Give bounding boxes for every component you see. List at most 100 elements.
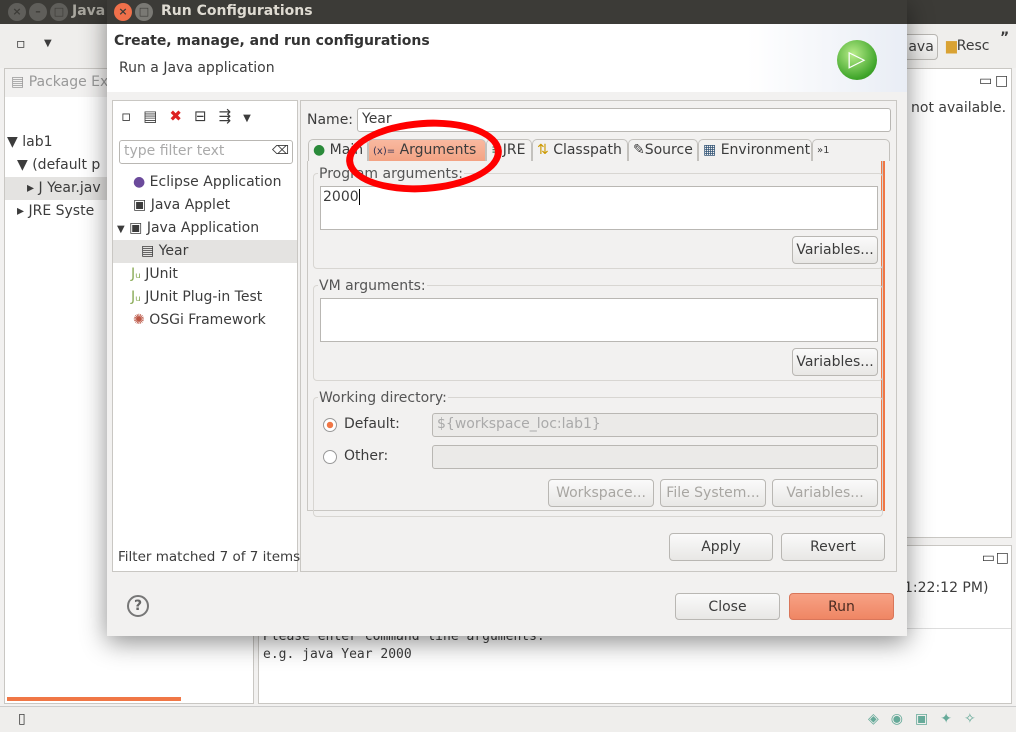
tree-item[interactable]: ▼ lab1 [7, 131, 52, 154]
overflow-icon[interactable]: ” [1000, 30, 1009, 46]
tree-label: JUnit [145, 266, 178, 282]
new-icon[interactable]: ▫ [16, 36, 26, 52]
resource-perspective-button[interactable]: ▆Resc [946, 38, 989, 54]
minimize-window-button[interactable]: – [29, 3, 47, 21]
dialog-title: Run Configurations [161, 3, 313, 19]
default-directory-value: ${workspace_loc:lab1} [437, 416, 601, 432]
duplicate-icon[interactable]: ▤ [143, 107, 169, 125]
filter-status: Filter matched 7 of 7 items [118, 549, 301, 565]
working-directory-label: Working directory: [318, 390, 448, 406]
run-configurations-dialog: × □ Run Configurations Create, manage, a… [107, 0, 907, 636]
source-icon: ✎ [633, 142, 645, 158]
new-icon[interactable]: ▯ [18, 711, 26, 727]
environment-icon: ▦ [703, 142, 717, 158]
program-arguments-value: 2000 [323, 189, 359, 205]
run-button[interactable]: Run [789, 593, 894, 620]
dialog-header: Create, manage, and run configurations R… [107, 24, 907, 92]
side-message: not available. [911, 100, 1007, 116]
main-tab-icon: ● [313, 142, 326, 158]
minimize-icon[interactable]: ▭ [979, 73, 992, 89]
default-directory-input: ${workspace_loc:lab1} [432, 413, 878, 437]
name-label: Name: [307, 112, 354, 128]
tab-classpath[interactable]: ⇅ Classpath [532, 139, 628, 161]
other-radio[interactable] [323, 450, 337, 464]
resource-label: Resc [956, 38, 990, 54]
junit-plugin-icon: Jᵤ [131, 289, 141, 305]
tree-label: (default p [32, 157, 101, 173]
apply-button[interactable]: Apply [669, 533, 773, 561]
osgi-icon: ✺ [133, 312, 145, 328]
clear-icon[interactable]: ⌫ [272, 143, 289, 157]
working-directory-group: Working directory: Default: ${workspace_… [313, 390, 883, 517]
vm-arguments-input[interactable] [320, 298, 878, 342]
tree-item[interactable]: ▸ JRE Syste [17, 200, 94, 223]
directory-variables-button[interactable]: Variables... [772, 479, 878, 507]
tree-label: JRE Syste [28, 203, 95, 219]
name-value: Year [362, 111, 392, 127]
tree-label: Java Application [146, 220, 260, 236]
config-year[interactable]: ▤ Year [113, 240, 297, 263]
collapse-all-icon[interactable]: ⊟ [194, 107, 219, 125]
tree-label: Year.jav [47, 180, 101, 196]
config-toolbar: ▫▤✖⊟⇶▼ [121, 107, 263, 125]
dialog-close-button[interactable]: × [114, 3, 132, 21]
maximize-window-button[interactable]: □ [50, 3, 68, 21]
expand-icon[interactable]: ▼ [117, 224, 125, 235]
arguments-tab-content: Program arguments: 2000 Variables... VM … [307, 161, 883, 517]
new-config-icon[interactable]: ▫ [121, 107, 143, 125]
header-subtitle: Run a Java application [119, 60, 275, 76]
minimize-icon[interactable]: ▭ [982, 550, 995, 566]
close-window-button[interactable]: × [8, 3, 26, 21]
vm-arguments-group: VM arguments: Variables... [313, 278, 883, 381]
tab-environment[interactable]: ▦ Environment [698, 139, 812, 161]
config-osgi[interactable]: ✺ OSGi Framework [133, 309, 266, 332]
config-junit[interactable]: Jᵤ JUnit [131, 263, 178, 286]
maximize-icon[interactable]: □ [996, 550, 1009, 566]
vm-variables-button[interactable]: Variables... [792, 348, 878, 376]
config-java-applet[interactable]: ▣ Java Applet [133, 194, 230, 217]
config-list-panel: ▫▤✖⊟⇶▼ type filter text ⌫ ● Eclipse Appl… [112, 100, 301, 572]
delete-icon[interactable]: ✖ [169, 107, 194, 125]
classpath-icon: ⇅ [537, 142, 549, 158]
tab-label: Package Exp [28, 74, 118, 90]
perspective-icons[interactable]: ◈◉▣✦✧ [868, 711, 988, 727]
close-button[interactable]: Close [675, 593, 780, 620]
vm-arguments-label: VM arguments: [318, 278, 427, 294]
other-label: Other: [344, 448, 389, 464]
status-bar: ▯ ◈◉▣✦✧ [0, 706, 1016, 732]
tab-label: JRE [502, 142, 526, 158]
header-title: Create, manage, and run configurations [114, 33, 430, 49]
tree-item[interactable]: ▼ (default p [17, 154, 100, 177]
tab-overflow[interactable]: »1 [812, 139, 890, 161]
revert-button[interactable]: Revert [781, 533, 885, 561]
maximize-icon[interactable]: □ [995, 73, 1008, 89]
junit-icon: Jᵤ [131, 266, 141, 282]
tab-label: Classpath [553, 142, 622, 158]
tab-source[interactable]: ✎Source [628, 139, 698, 161]
tree-label: Eclipse Application [149, 174, 282, 190]
package-icon: ▤ [11, 74, 29, 90]
config-junit-plugin[interactable]: Jᵤ JUnit Plug-in Test [131, 286, 262, 309]
folder-icon: ▆ [946, 38, 957, 54]
console-line: e.g. java Year 2000 [263, 647, 412, 662]
filter-input[interactable]: type filter text ⌫ [119, 140, 293, 164]
default-radio[interactable] [323, 418, 337, 432]
filter-placeholder: type filter text [124, 143, 225, 159]
config-eclipse-application[interactable]: ● Eclipse Application [133, 171, 281, 194]
java-app-icon: ▣ [129, 220, 143, 236]
config-java-application[interactable]: ▼ ▣ Java Application [117, 217, 259, 240]
filter-icon[interactable]: ⇶ [219, 107, 244, 125]
tree-label: Year [158, 243, 189, 259]
file-system-button[interactable]: File System... [660, 479, 766, 507]
help-icon[interactable]: ? [127, 595, 149, 617]
dropdown-icon[interactable]: ▼ [243, 113, 263, 124]
dialog-maximize-button[interactable]: □ [135, 3, 153, 21]
java-file-icon: ▤ [141, 243, 155, 259]
default-label: Default: [344, 416, 400, 432]
workspace-button[interactable]: Workspace... [548, 479, 654, 507]
tree-label: lab1 [22, 134, 53, 150]
program-arguments-input[interactable]: 2000 [320, 186, 878, 230]
program-variables-button[interactable]: Variables... [792, 236, 878, 264]
dropdown-icon[interactable]: ▼ [44, 38, 52, 49]
tree-label: OSGi Framework [149, 312, 266, 328]
